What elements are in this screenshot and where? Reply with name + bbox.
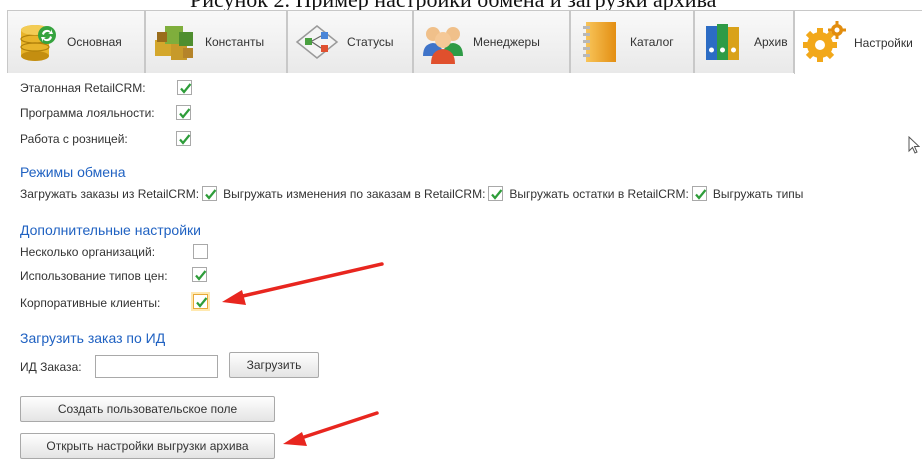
arrow-to-archive-button (283, 411, 379, 446)
arrow-to-corporate-checkbox (222, 262, 384, 305)
annotation-arrows (222, 262, 384, 446)
mouse-cursor-icon (908, 136, 920, 154)
